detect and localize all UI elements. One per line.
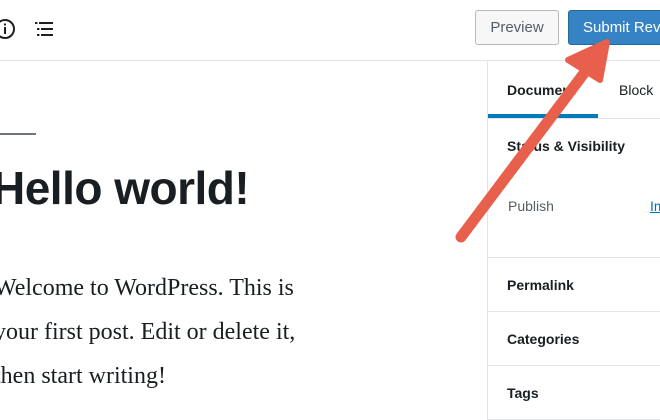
editor-canvas: Hello world! Welcome to WordPress. This …: [0, 61, 487, 420]
permalink-panel-toggle[interactable]: Permalink: [507, 277, 574, 293]
panel-divider: [488, 311, 660, 312]
publish-label: Publish: [508, 198, 554, 214]
paragraph-line: Welcome to WordPress. This is: [0, 275, 294, 301]
tab-document[interactable]: Document: [507, 82, 575, 98]
active-tab-indicator: [488, 114, 598, 118]
sidebar-tabs: Document Block: [488, 61, 660, 119]
panel-divider: [488, 365, 660, 366]
categories-panel-toggle[interactable]: Categories: [507, 331, 579, 347]
info-icon[interactable]: [0, 16, 18, 42]
post-title[interactable]: Hello world!: [0, 161, 250, 215]
preview-button[interactable]: Preview: [475, 10, 559, 45]
paragraph-line: then start writing!: [0, 363, 166, 389]
submit-review-button[interactable]: Submit Review: [568, 10, 660, 45]
paragraph-line: your first post. Edit or delete it,: [0, 319, 296, 345]
tab-block[interactable]: Block: [619, 82, 653, 98]
panel-divider: [488, 257, 660, 258]
post-paragraph[interactable]: Welcome to WordPress. This is your first…: [0, 266, 487, 398]
publish-date-link[interactable]: Immediately: [650, 198, 660, 214]
status-visibility-toggle[interactable]: Status & Visibility: [507, 138, 625, 154]
title-separator: [0, 133, 36, 135]
settings-sidebar: Document Block Status & Visibility Publi…: [487, 61, 660, 420]
tags-panel-toggle[interactable]: Tags: [507, 385, 539, 401]
top-toolbar: Preview Submit Review: [0, 0, 660, 61]
list-view-icon[interactable]: [31, 16, 57, 42]
